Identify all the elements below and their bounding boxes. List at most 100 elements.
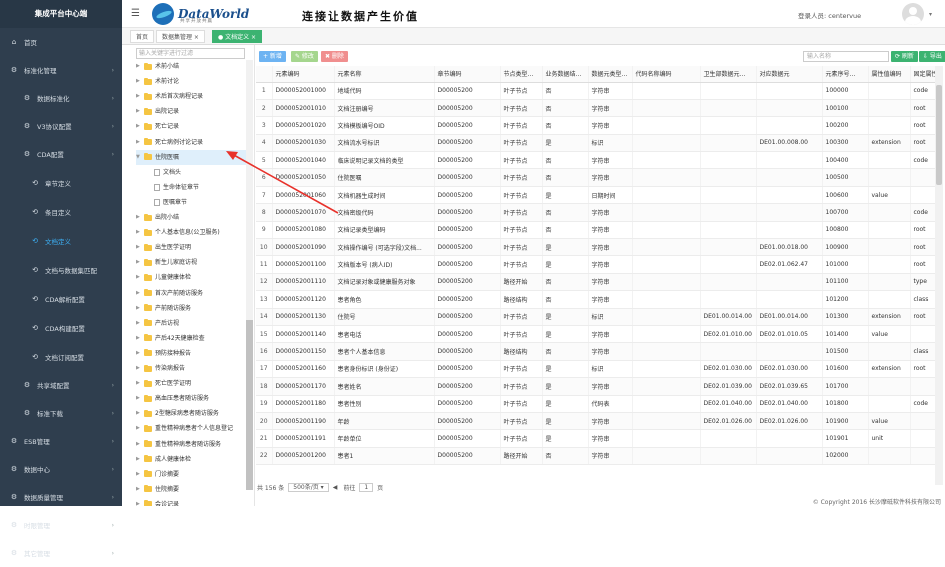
table-row[interactable]: 9 D000052001080 文档记录类型编码 D00005200 叶子节点否字符串 1… (256, 221, 939, 240)
table-row[interactable]: 6 D000052001050 住院医嘱 D00005200 叶子节点否字符串 10050… (256, 168, 939, 187)
tree-node[interactable]: ▶ 儿童健康体检 (136, 270, 249, 285)
delete-button[interactable]: ✖ 删除 (321, 51, 348, 62)
tree-node[interactable]: ▶ 出院记录 (136, 104, 249, 119)
table-row[interactable]: 19 D000052001180 患者性别 D00005200 叶子节点是代码表 DE02… (256, 395, 939, 413)
caret-right-icon[interactable]: ▶ (136, 74, 144, 89)
column-header[interactable]: 元素名称 (334, 66, 435, 83)
tree-node[interactable]: ▶ 预防接种报告 (136, 346, 249, 361)
table-row[interactable]: 21 D000052001191 年龄单位 D00005200 叶子节点是字符串 1019… (256, 429, 939, 448)
column-header[interactable]: 节点类型... (500, 66, 543, 83)
caret-right-icon[interactable]: ▶ (136, 89, 144, 104)
tree-node[interactable]: 生命体征章节 (154, 180, 249, 195)
tree-node[interactable]: ▶ 出院小结 (136, 210, 249, 225)
prev-page-button[interactable]: ◀ (333, 484, 338, 491)
sidebar-item[interactable]: ⚙ CDA配置 › (0, 140, 122, 168)
table-row[interactable]: 7 D000052001060 文档机器生成时间 D00005200 叶子节点是日期时间… (256, 186, 939, 205)
tree-node[interactable]: ▶ 术前讨论 (136, 74, 249, 89)
column-header[interactable]: 对应数据元 (756, 66, 823, 83)
sidebar-item[interactable]: ⚙ 数据标准化 › (0, 84, 122, 112)
column-header[interactable] (256, 66, 273, 83)
menu-toggle-icon[interactable]: ☰ (131, 8, 140, 19)
column-header[interactable]: 元素序号... (822, 66, 869, 83)
table-row[interactable]: 18 D000052001170 患者姓名 D00005200 叶子节点是字符串 DE02… (256, 377, 939, 396)
add-button[interactable]: + 新增 (259, 51, 286, 62)
tree-node[interactable]: ▶ 死亡病例讨论记录 (136, 135, 249, 150)
column-header[interactable]: 属性值编码 (868, 66, 911, 83)
table-row[interactable]: 13 D000052001120 患者角色 D00005200 路径结构否字符串 1012… (256, 290, 939, 309)
column-header[interactable]: 固定属性 (910, 66, 939, 83)
caret-right-icon[interactable]: ▶ (136, 437, 144, 452)
table-row[interactable]: 16 D000052001150 患者个人基本信息 D00005200 路径结构否字符串… (256, 342, 939, 361)
table-row[interactable]: 17 D000052001160 患者身份标识 (身份证) D00005200 叶子节点… (256, 360, 939, 379)
tree-node[interactable]: ▶ 传染病报告 (136, 361, 249, 376)
sidebar-item[interactable]: ⚙ V3协议配置 › (0, 112, 122, 140)
tab-document-definition[interactable]: ● 文档定义 × (212, 30, 263, 43)
sidebar-item[interactable]: ⚙ 其它管理 › (0, 539, 122, 567)
caret-right-icon[interactable]: ▶ (136, 331, 144, 346)
tree-node[interactable]: ▶ 产后访视 (136, 316, 249, 331)
avatar[interactable] (902, 3, 924, 25)
caret-right-icon[interactable]: ▶ (136, 255, 144, 270)
table-row[interactable]: 4 D000052001030 文档流水号标识 D00005200 叶子节点是标识 DE0… (256, 134, 939, 153)
table-row[interactable]: 2 D000052001010 文档注册编号 D00005200 叶子节点否字符串 100… (256, 99, 939, 118)
table-row[interactable]: 11 D000052001100 文档版本号 (病人ID) D00005200 叶子节点… (256, 255, 939, 274)
sidebar-item[interactable]: ⟲ 条目定义 (0, 197, 122, 226)
tree-node[interactable]: ▶ 高血压患者随访服务 (136, 391, 249, 406)
table-row[interactable]: 20 D000052001190 年龄 D00005200 叶子节点是字符串 DE02.0… (256, 412, 939, 431)
edit-button[interactable]: ✎ 修改 (291, 51, 318, 62)
table-row[interactable]: 5 D000052001040 临床说明记录文档的类型 D00005200 叶子节点否字… (256, 151, 939, 170)
caret-right-icon[interactable]: ▶ (136, 376, 144, 391)
tab-dataset-management[interactable]: 数据集管理 × (156, 30, 205, 43)
page-size-select[interactable]: 500条/页 ▾ (288, 482, 329, 492)
column-header[interactable]: 代码名称编码 (632, 66, 701, 83)
tree-node[interactable]: ▶ 门诊摘要 (136, 467, 249, 482)
sidebar-item[interactable]: ⚙ 数据中心 › (0, 455, 122, 483)
tree-node[interactable]: ▶ 产后42天健康检查 (136, 331, 249, 346)
caret-right-icon[interactable]: ▶ (136, 316, 144, 331)
tree-node[interactable]: ▼ 住院医嘱 (136, 149, 249, 165)
caret-right-icon[interactable]: ▶ (136, 270, 144, 285)
tree-node[interactable]: ▶ 会诊记录 (136, 497, 249, 506)
sidebar-item[interactable]: ⟲ CDA构建配置 (0, 313, 122, 342)
table-row[interactable]: 14 D000052001130 住院号 D00005200 叶子节点是标识 DE01.0… (256, 308, 939, 326)
table-row[interactable]: 8 D000052001070 文档密级代码 D00005200 叶子节点否字符串 100… (256, 203, 939, 222)
sidebar-item[interactable]: ⟲ 文档与数据集匹配 (0, 255, 122, 284)
tree-node[interactable]: ▶ 术前小结 (136, 59, 249, 74)
caret-right-icon[interactable]: ▶ (136, 467, 144, 482)
caret-right-icon[interactable]: ▶ (136, 406, 144, 421)
caret-right-icon[interactable]: ▶ (136, 59, 144, 74)
tree-scrollbar-thumb[interactable] (246, 320, 253, 490)
table-row[interactable]: 15 D000052001140 患者电话 D00005200 叶子节点是字符串 DE02… (256, 325, 939, 344)
tree-node[interactable]: ▶ 新生儿家庭访视 (136, 255, 249, 270)
column-header[interactable]: 数据元类型... (588, 66, 633, 83)
table-row[interactable]: 3 D000052001020 文档模板编号OID D00005200 叶子节点否字符串… (256, 116, 939, 135)
tree-node[interactable]: ▶ 产前随访服务 (136, 301, 249, 316)
caret-right-icon[interactable]: ▶ (136, 119, 144, 134)
column-header[interactable]: 章节编码 (434, 66, 501, 83)
sidebar-item[interactable]: ⟲ 文档定义 (0, 226, 122, 255)
caret-right-icon[interactable]: ▶ (136, 286, 144, 301)
sidebar-item[interactable]: ⚙ ESB管理 › (0, 427, 122, 455)
tab-home[interactable]: 首页 (130, 30, 155, 43)
page-number-input[interactable]: 1 (359, 482, 374, 492)
tree-node[interactable]: ▶ 死亡记录 (136, 119, 249, 134)
sidebar-item[interactable]: ⚙ 标准化管理 › (0, 56, 122, 84)
table-row[interactable]: 10 D000052001090 文档操作编号 (可选字段)文档... D000052… (256, 238, 939, 257)
sidebar-item[interactable]: ⟲ 章节定义 (0, 168, 122, 197)
caret-down-icon[interactable]: ▼ (136, 150, 144, 165)
caret-right-icon[interactable]: ▶ (136, 482, 144, 497)
name-search-input[interactable]: 输入名称 (803, 51, 889, 62)
tree-node[interactable]: ▶ 成人健康体检 (136, 452, 249, 467)
column-header[interactable]: 业务数据结... (542, 66, 589, 83)
caret-right-icon[interactable]: ▶ (136, 421, 144, 436)
tree-filter-input[interactable]: 输入关键字进行过滤 (136, 48, 245, 59)
caret-right-icon[interactable]: ▶ (136, 301, 144, 316)
sidebar-item[interactable]: ⚙ 数据质量管理 › (0, 483, 122, 511)
tree-node[interactable]: ▶ 重性精神病患者随访服务 (136, 437, 249, 452)
sidebar-item[interactable]: ⟲ 文档订阅配置 (0, 342, 122, 371)
sidebar-item[interactable]: ⚙ 时限管理 › (0, 511, 122, 539)
caret-right-icon[interactable]: ▶ (136, 135, 144, 150)
export-button[interactable]: ⇩ 导出 (919, 51, 945, 62)
column-header[interactable]: 卫生部数据元... (700, 66, 757, 83)
sidebar-item[interactable]: ⌂ 首页 (0, 28, 122, 56)
